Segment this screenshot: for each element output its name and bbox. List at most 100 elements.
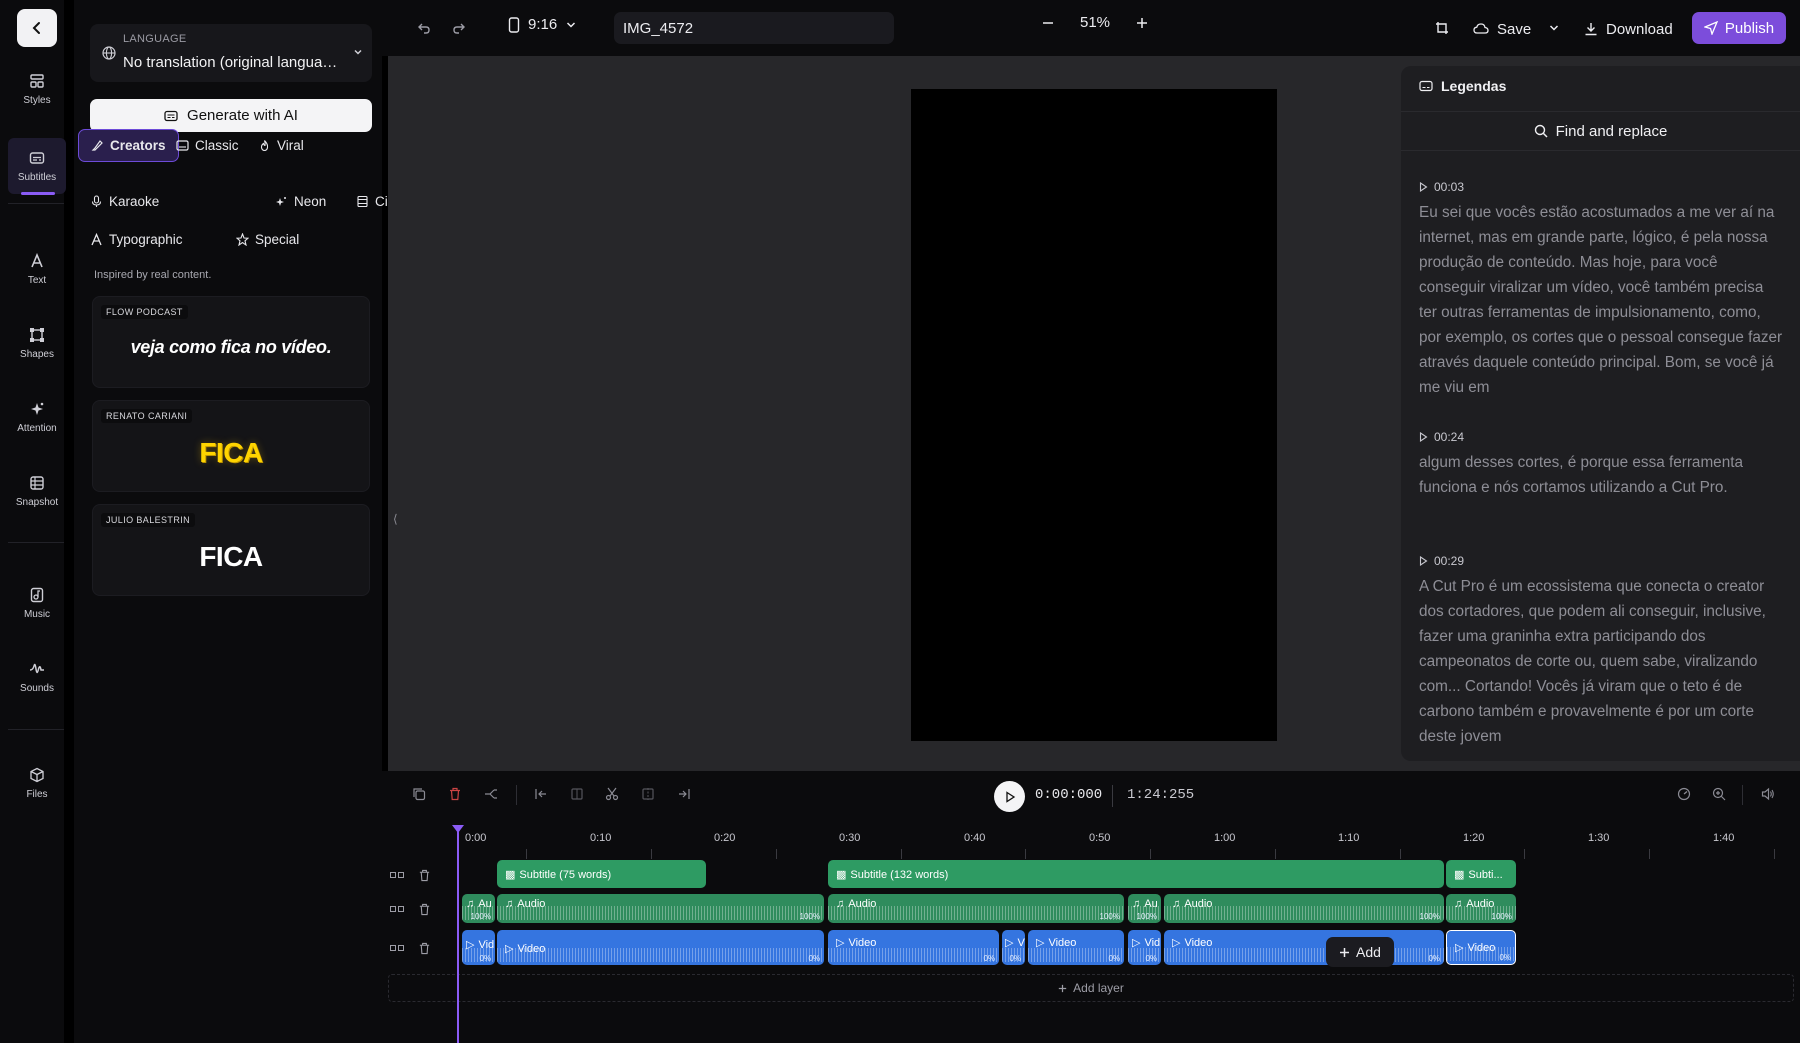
ruler-tick-label: 1:30 [1588, 832, 1610, 844]
zoom-control: 51% [1042, 14, 1148, 31]
chip-typographic[interactable]: Typographic [78, 223, 195, 256]
trim-start-icon[interactable] [531, 784, 551, 804]
subtitle-clip[interactable]: ▩ Subti... [1446, 860, 1516, 888]
language-select[interactable]: LANGUAGE No translation (original langua… [90, 24, 372, 82]
rail-label: Attention [17, 423, 57, 434]
subtitle-clip[interactable]: ▩ Subtitle (132 words) [828, 860, 1444, 888]
time-ruler[interactable]: 0:00 0:10 0:20 0:30 0:40 0:50 1:00 1:10 … [382, 829, 1800, 859]
segment-time[interactable]: 00:03 [1419, 180, 1784, 194]
music-note-icon: ♫ [1172, 898, 1181, 910]
trash-icon[interactable] [445, 784, 465, 804]
zoom-out-icon[interactable] [1042, 17, 1054, 29]
undo-icon[interactable] [414, 18, 434, 38]
collapse-panel-icon[interactable]: ⟨ [393, 512, 398, 526]
audio-clip[interactable]: ♫ Au 100% [462, 894, 495, 923]
zoom-timeline-icon[interactable] [1709, 784, 1729, 804]
track-handle-icon[interactable] [390, 906, 404, 912]
split-icon[interactable] [638, 784, 658, 804]
download-button[interactable]: Download [1584, 14, 1673, 44]
segment-time[interactable]: 00:29 [1419, 554, 1784, 568]
add-clip-button[interactable]: Add [1326, 937, 1394, 967]
chip-special[interactable]: Special [224, 223, 311, 256]
chip-classic[interactable]: Classic [164, 129, 251, 162]
audio-clip[interactable]: ♫ Audio 100% [1446, 894, 1516, 923]
rail-item-files[interactable]: Files [0, 751, 74, 815]
subtitle-segment[interactable]: 00:03 Eu sei que vocês estão acostumados… [1419, 180, 1784, 400]
rail-item-sounds[interactable]: Sounds [0, 645, 74, 709]
video-clip[interactable]: ▷ V 0% [1002, 930, 1025, 965]
video-clip[interactable]: ▷ Video 0% [828, 930, 999, 965]
speed-icon[interactable] [1674, 784, 1694, 804]
playhead[interactable] [452, 825, 464, 1043]
trash-icon[interactable] [418, 942, 431, 955]
audio-clip[interactable]: ♫ Audio 100% [1164, 894, 1444, 923]
chip-label: Typographic [109, 232, 183, 247]
duplicate-icon[interactable] [409, 784, 429, 804]
audio-clip[interactable]: ♫ Au 100% [1128, 894, 1161, 923]
rail-item-subtitles[interactable]: Subtitles [8, 138, 66, 195]
video-clip[interactable]: ▷ Video 0% [1446, 930, 1516, 965]
audio-clip[interactable]: ♫ Audio 100% [828, 894, 1124, 923]
trash-icon[interactable] [418, 903, 431, 916]
zoom-in-icon[interactable] [1136, 17, 1148, 29]
add-layer-button[interactable]: Add layer [388, 974, 1794, 1002]
project-name-input[interactable] [614, 12, 894, 44]
generate-with-ai-button[interactable]: Generate with AI [90, 99, 372, 132]
publish-button[interactable]: Publish [1692, 12, 1786, 44]
scissors-icon[interactable] [602, 784, 622, 804]
find-and-replace-button[interactable]: Find and replace [1401, 111, 1800, 151]
card-preview: FICA [199, 541, 263, 572]
clip-label-wrap: ♫ Au [1132, 898, 1158, 910]
chip-neon[interactable]: Neon [263, 185, 338, 218]
trim-end-icon[interactable] [674, 784, 694, 804]
back-button[interactable] [17, 9, 57, 47]
clip-label: Video [1467, 941, 1496, 954]
rail-item-attention[interactable]: Attention [0, 385, 74, 449]
video-clip[interactable]: ▷ Video 0% [1164, 930, 1444, 965]
rail-item-text[interactable]: Text [0, 237, 74, 301]
rail-item-music[interactable]: Music [0, 571, 74, 635]
segment-text[interactable]: A Cut Pro é um ecossistema que conecta o… [1419, 574, 1784, 749]
aspect-ratio-select[interactable]: 9:16 [508, 16, 577, 33]
video-clip[interactable]: ▷ Vid 0% [462, 930, 495, 965]
clip-label-wrap: ▷ Video [836, 936, 876, 950]
clip-volume: 0% [1499, 953, 1511, 962]
clip-label: Video [1048, 936, 1077, 949]
track-handle-icon[interactable] [390, 945, 404, 951]
chip-karaoke[interactable]: Karaoke [78, 185, 171, 218]
video-clip[interactable]: ▷ Vid 0% [1128, 930, 1161, 965]
subtitles-icon [1419, 79, 1433, 93]
split-audio-icon[interactable] [481, 784, 501, 804]
freeze-frame-icon[interactable] [567, 784, 587, 804]
segment-text[interactable]: algum desses cortes, é porque essa ferra… [1419, 450, 1784, 500]
video-clip[interactable]: ▷ Video 0% [497, 930, 824, 965]
ruler-tick [1774, 849, 1775, 859]
cloud-icon [1473, 22, 1489, 36]
style-card-flow-podcast[interactable]: FLOW PODCAST veja como fica no vídeo. [92, 296, 370, 388]
ruler-tick [526, 849, 527, 859]
subtitle-segment[interactable]: 00:24 algum desses cortes, é porque essa… [1419, 430, 1784, 500]
audio-clip[interactable]: ♫ Audio 100% [497, 894, 824, 923]
track-handle-icon[interactable] [390, 872, 404, 878]
chevron-down-icon[interactable] [1544, 18, 1564, 38]
segment-time[interactable]: 00:24 [1419, 430, 1784, 444]
video-preview[interactable] [911, 89, 1277, 741]
zoom-level: 51% [1080, 14, 1111, 31]
save-button[interactable]: Save [1473, 14, 1531, 44]
subtitle-segment[interactable]: 00:29 A Cut Pro é um ecossistema que con… [1419, 554, 1784, 749]
chip-viral[interactable]: Viral [246, 129, 316, 162]
video-clip[interactable]: ▷ Video 0% [1028, 930, 1124, 965]
audio-waveform [497, 906, 824, 920]
subtitle-clip[interactable]: ▩ Subtitle (75 words) [497, 860, 706, 888]
crop-icon[interactable] [1432, 18, 1452, 38]
redo-icon[interactable] [449, 18, 469, 38]
style-card-julio-balestrin[interactable]: JULIO BALESTRIN FICA [92, 504, 370, 596]
rail-item-shapes[interactable]: Shapes [0, 311, 74, 375]
rail-item-snapshot[interactable]: Snapshot [0, 459, 74, 523]
play-button[interactable] [994, 781, 1025, 812]
trash-icon[interactable] [418, 869, 431, 882]
rail-item-styles[interactable]: Styles [0, 57, 74, 121]
segment-text[interactable]: Eu sei que vocês estão acostumados a me … [1419, 200, 1784, 400]
volume-icon[interactable] [1758, 784, 1778, 804]
style-card-renato-cariani[interactable]: RENATO CARIANI FICA [92, 400, 370, 492]
